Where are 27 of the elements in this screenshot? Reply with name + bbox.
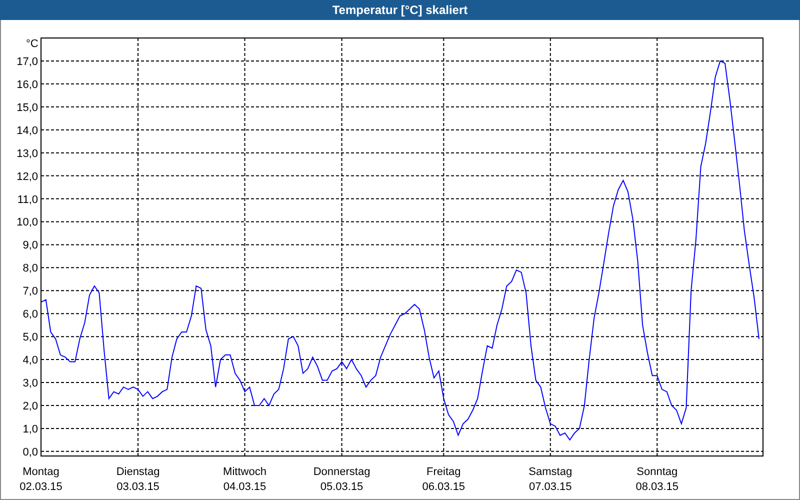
x-tick-label: Donnerstag 05.03.15	[313, 466, 370, 493]
y-tick-label: 2,0	[22, 400, 38, 412]
window-title: Temperatur [°C] skaliert	[0, 0, 800, 20]
y-axis-unit: °C	[26, 38, 38, 50]
y-tick-label: 8,0	[22, 262, 38, 275]
x-tick-label: Samstag 07.03.15	[528, 466, 572, 493]
y-tick-label: 10,0	[16, 216, 38, 229]
y-tick-label: 11,0	[17, 194, 38, 206]
y-tick-label: 3,0	[22, 378, 38, 390]
y-tick-label: 17,0	[16, 56, 38, 68]
x-tick-label: Dienstag 03.03.15	[116, 466, 160, 493]
y-tick-label: 7,0	[22, 286, 38, 298]
y-tick-label: 1,0	[22, 423, 38, 436]
y-tick-label: 5,0	[22, 332, 38, 344]
x-tick-label: Sonntag 08.03.15	[636, 466, 679, 493]
y-tick-label: 14,0	[16, 124, 38, 137]
y-tick-label: 13,0	[16, 148, 38, 160]
y-tick-label: 0,0	[22, 446, 38, 458]
y-tick-label: 12,0	[16, 170, 38, 183]
y-tick-label: 6,0	[22, 308, 38, 321]
x-tick-label: Mittwoch 04.03.15	[223, 466, 266, 493]
y-tick-label: 9,0	[22, 240, 38, 252]
y-tick-label: 4,0	[22, 354, 38, 367]
y-tick-label: 15,0	[16, 102, 38, 114]
x-tick-label: Montag 02.03.15	[20, 466, 62, 493]
y-tick-label: 16,0	[16, 78, 38, 91]
x-tick-label: Freitag 06.03.15	[422, 466, 466, 493]
